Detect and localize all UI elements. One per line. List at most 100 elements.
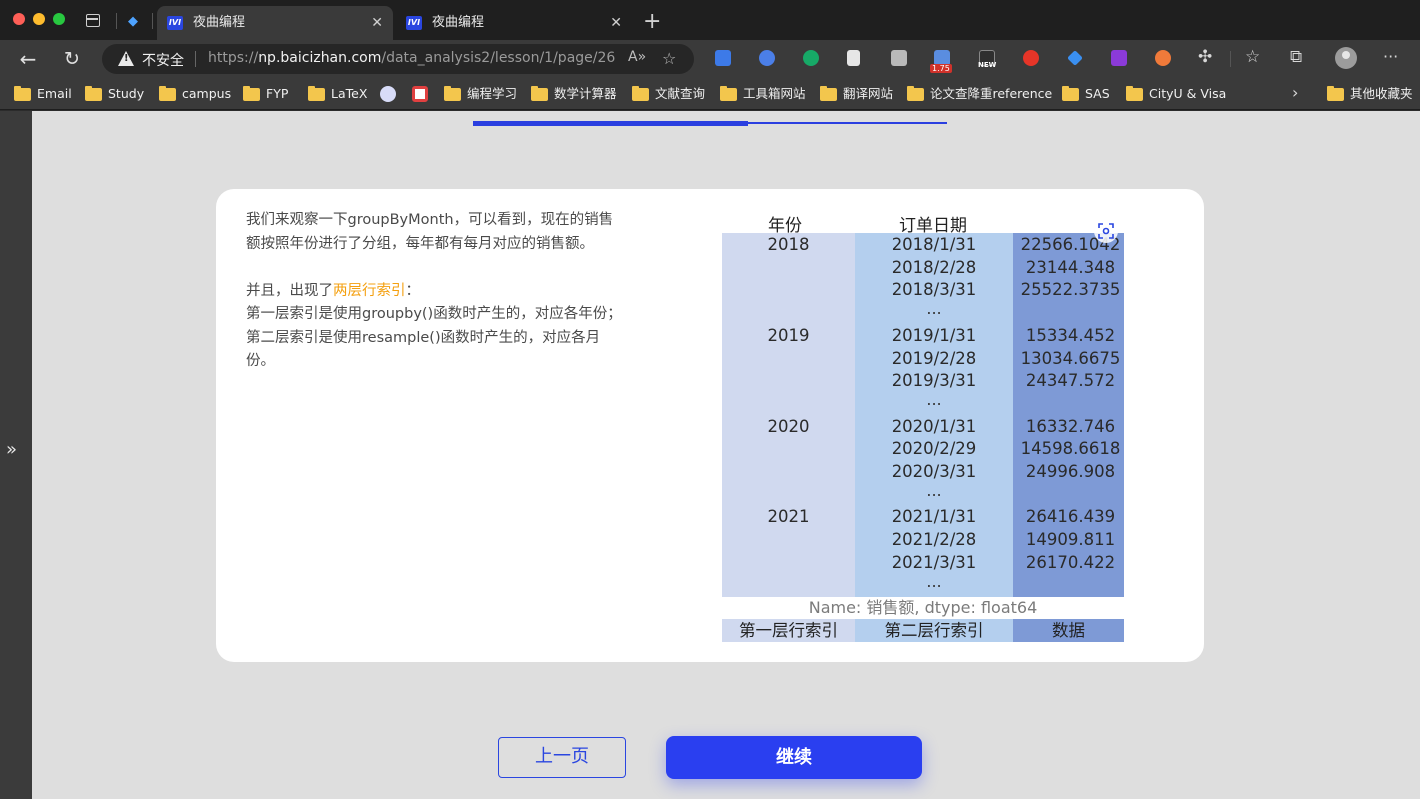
continue-button[interactable]: 继续 bbox=[666, 736, 922, 779]
diamond-icon[interactable] bbox=[1067, 50, 1083, 66]
bookmarks-bar: Email Study campus FYP LaTeX 编程学习 数学计算器 … bbox=[0, 78, 1420, 110]
add-favorite-icon[interactable]: ☆ bbox=[662, 49, 676, 68]
bookmark-latex[interactable]: LaTeX bbox=[308, 85, 367, 103]
bookmark-site-icon[interactable] bbox=[412, 86, 428, 102]
window-close-button[interactable] bbox=[13, 13, 25, 25]
read-aloud-icon[interactable]: A» bbox=[628, 49, 646, 65]
year-cell: 2019 bbox=[767, 325, 810, 345]
folder-icon bbox=[308, 86, 325, 101]
window-minimize-button[interactable] bbox=[33, 13, 45, 25]
legend-second-level: 第二层行索引 bbox=[855, 619, 1013, 642]
new-tab-button[interactable]: + bbox=[643, 9, 661, 35]
scan-icon[interactable] bbox=[1094, 219, 1118, 243]
folder-icon bbox=[531, 86, 548, 101]
adblock-icon[interactable] bbox=[1023, 50, 1039, 66]
bookmark-literature[interactable]: 文献查询 bbox=[632, 85, 705, 103]
document-icon[interactable] bbox=[847, 50, 860, 66]
bookmark-email[interactable]: Email bbox=[14, 85, 72, 103]
ellipsis-cell: ... bbox=[926, 480, 942, 500]
tab-inactive[interactable]: IVI 夜曲编程 ✕ bbox=[396, 6, 632, 40]
value-cell: 25522.3735 bbox=[1020, 280, 1121, 300]
folder-icon bbox=[14, 86, 31, 101]
value-cell: 23144.348 bbox=[1025, 257, 1116, 277]
window-zoom-button[interactable] bbox=[53, 13, 65, 25]
tab-title: 夜曲编程 bbox=[432, 15, 485, 30]
bookmark-study[interactable]: Study bbox=[85, 85, 144, 103]
year-cell: 2018 bbox=[767, 235, 810, 254]
date-cell: 2019/2/28 bbox=[891, 348, 977, 368]
progress-fill bbox=[473, 121, 748, 126]
date-cell: 2018/2/28 bbox=[891, 257, 977, 277]
legend-first-level: 第一层行索引 bbox=[722, 619, 855, 642]
previous-page-button[interactable]: 上一页 bbox=[498, 737, 626, 778]
bookmark-paper[interactable]: 论文查降重reference bbox=[907, 85, 1052, 103]
folder-icon bbox=[1062, 86, 1079, 101]
divider bbox=[116, 13, 117, 29]
folder-icon bbox=[1126, 86, 1143, 101]
tab-actions-icon[interactable] bbox=[86, 14, 100, 27]
ellipsis-cell: ... bbox=[926, 389, 942, 409]
value-cell: 26416.439 bbox=[1025, 507, 1116, 527]
index-first-note: 第一层索引是使用groupby()函数时产生的，对应各年份； bbox=[246, 306, 622, 322]
new-label: NEW bbox=[978, 61, 997, 69]
bookmark-sas[interactable]: SAS bbox=[1062, 85, 1110, 103]
page-content: » 我们来观察一下groupByMonth，可以看到，现在的销售额按照年份进行了… bbox=[0, 111, 1420, 799]
bookmark-cityu[interactable]: CityU & Visa bbox=[1126, 85, 1226, 103]
date-cell: 2019/1/31 bbox=[891, 325, 977, 345]
divider bbox=[152, 13, 153, 29]
date-cell: 2018/3/31 bbox=[891, 280, 977, 300]
close-icon[interactable]: ✕ bbox=[371, 6, 383, 40]
nodes-icon[interactable] bbox=[1155, 50, 1171, 66]
close-icon[interactable]: ✕ bbox=[610, 6, 622, 40]
highlight-text: 两层行索引 bbox=[333, 282, 406, 299]
chevron-right-icon[interactable]: › bbox=[1292, 83, 1298, 102]
diamond-icon[interactable]: ◆ bbox=[128, 14, 138, 29]
warning-icon bbox=[118, 51, 134, 66]
folder-icon bbox=[632, 86, 649, 101]
year-cell: 2021 bbox=[767, 507, 810, 527]
tab-strip: ◆ IVI 夜曲编程 ✕ IVI 夜曲编程 ✕ + bbox=[0, 0, 1420, 40]
date-cell: 2020/3/31 bbox=[891, 462, 977, 481]
date-cell: 2019/3/31 bbox=[891, 371, 977, 391]
puzzle-icon[interactable]: ✣ bbox=[1198, 47, 1212, 67]
profile-avatar[interactable] bbox=[1335, 47, 1357, 69]
collections-icon[interactable]: ⧉ bbox=[1290, 47, 1302, 67]
address-bar[interactable]: 不安全 https://np.baicizhan.com/data_analys… bbox=[102, 44, 694, 74]
cube-icon[interactable] bbox=[1111, 50, 1127, 66]
site-logo-icon: IVI bbox=[167, 16, 183, 30]
translate-extension-icon[interactable] bbox=[715, 50, 731, 66]
url-text[interactable]: https://np.baicizhan.com/data_analysis2/… bbox=[208, 50, 615, 66]
date-cell: 2020/2/29 bbox=[891, 439, 977, 459]
value-cell: 24347.572 bbox=[1025, 371, 1116, 391]
bookmark-calculator[interactable]: 数学计算器 bbox=[531, 85, 617, 103]
paragraph: 并且，出现了两层行索引： bbox=[246, 282, 420, 299]
tab-active[interactable]: IVI 夜曲编程 ✕ bbox=[157, 6, 393, 40]
refresh-icon[interactable]: ↻ bbox=[59, 46, 85, 72]
speed-badge: 1.75 bbox=[930, 64, 952, 73]
tab-title: 夜曲编程 bbox=[193, 15, 246, 30]
value-cell: 15334.452 bbox=[1025, 325, 1116, 345]
value-cell: 14598.6618 bbox=[1020, 439, 1121, 459]
bookmark-site-icon[interactable] bbox=[380, 86, 396, 102]
folder-icon bbox=[720, 86, 737, 101]
bookmark-campus[interactable]: campus bbox=[159, 85, 231, 103]
series-footer: Name: 销售额, dtype: float64 bbox=[808, 598, 1038, 617]
grammarly-icon[interactable] bbox=[803, 50, 819, 66]
expand-icon[interactable]: » bbox=[6, 439, 17, 460]
bookmark-other[interactable]: 其他收藏夹 bbox=[1327, 85, 1413, 103]
more-icon[interactable]: ··· bbox=[1383, 47, 1398, 66]
extension-icon[interactable] bbox=[759, 50, 775, 66]
lesson-text: 我们来观察一下groupByMonth，可以看到，现在的销售额按照年份进行了分组… bbox=[246, 209, 626, 374]
back-arrow-icon[interactable]: ← bbox=[15, 46, 41, 72]
value-cell: 26170.422 bbox=[1025, 552, 1116, 572]
bookmark-fyp[interactable]: FYP bbox=[243, 85, 288, 103]
bookmark-programming[interactable]: 编程学习 bbox=[444, 85, 517, 103]
bookmark-toolbox[interactable]: 工具箱网站 bbox=[720, 85, 806, 103]
folder-icon bbox=[444, 86, 461, 101]
bookmark-translate[interactable]: 翻译网站 bbox=[820, 85, 893, 103]
favorites-icon[interactable]: ☆ bbox=[1245, 47, 1260, 67]
site-logo-icon: IVI bbox=[406, 16, 422, 30]
copy-icon[interactable] bbox=[891, 50, 907, 66]
security-label[interactable]: 不安全 bbox=[142, 50, 184, 70]
index-second-note: 第二层索引是使用resample()函数时产生的，对应各月份。 bbox=[246, 329, 601, 370]
